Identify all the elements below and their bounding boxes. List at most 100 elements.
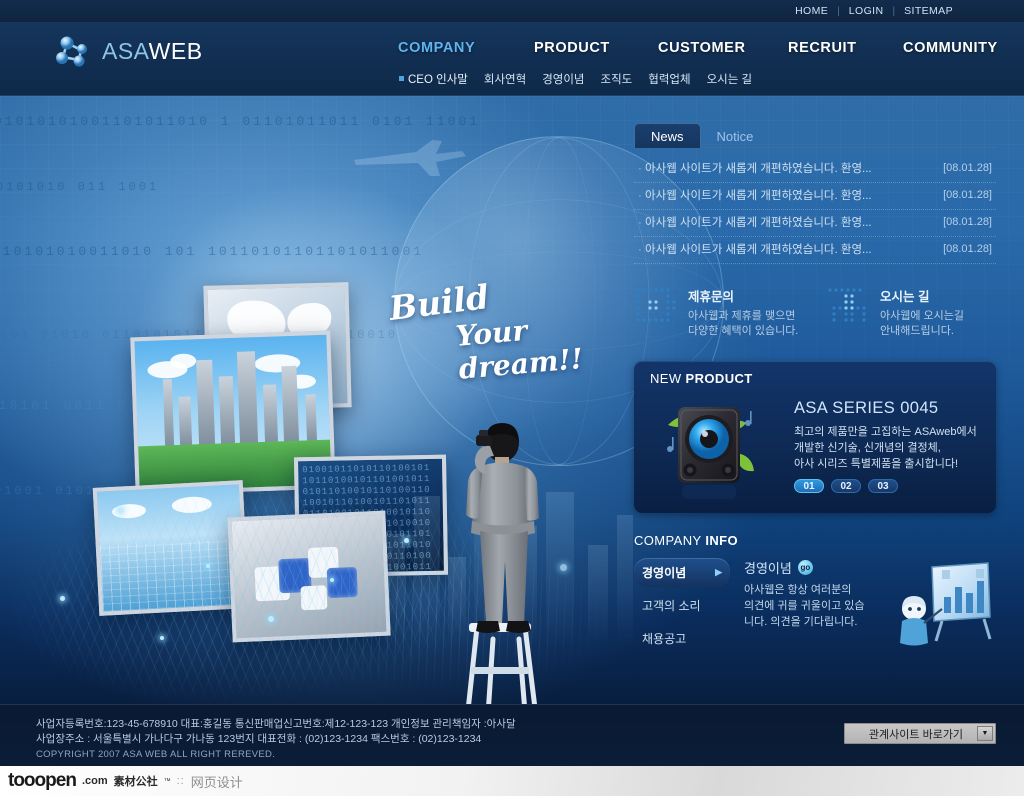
news-item-date: [08.01.28] — [943, 189, 992, 201]
tab-news[interactable]: News — [634, 123, 701, 148]
news-list: 아사웹 사이트가 새롭게 개편하였습니다. 환영... [08.01.28] 아… — [634, 156, 996, 264]
nav-item-recruit[interactable]: RECRUIT — [788, 40, 857, 56]
new-product-desc-line-3: 아사 시리즈 특별제품을 출시합니다! — [794, 458, 959, 470]
news-list-item[interactable]: 아사웹 사이트가 새롭게 개편하였습니다. 환영... [08.01.28] — [634, 183, 996, 210]
utility-bar: HOME | LOGIN | SITEMAP — [0, 0, 1024, 22]
menu-label: 경영이념 — [642, 566, 687, 580]
subnav-item-history[interactable]: 회사연혁 — [484, 71, 526, 87]
news-item-date: [08.01.28] — [943, 243, 992, 255]
product-pager-02[interactable]: 02 — [831, 479, 861, 493]
subnav-item-wrap-ceo[interactable]: CEO 인사말 — [399, 70, 468, 88]
promo-desc-line-1: 아사웹과 제휴를 맺으면 — [688, 310, 796, 322]
sparkle — [268, 616, 274, 622]
nav-item-company[interactable]: COMPANY — [398, 40, 475, 56]
watermark-dots: :: — [176, 775, 185, 787]
subnav-item-partners[interactable]: 협력업체 — [648, 71, 690, 87]
new-product-name: ASA SERIES 0045 — [794, 399, 939, 417]
sparkle — [206, 564, 210, 568]
sparkle — [60, 596, 65, 601]
news-item-date: [08.01.28] — [943, 216, 992, 228]
company-info-heading: COMPANY INFO — [634, 533, 996, 548]
promo-desc-line-2: 안내해드립니다. — [880, 325, 954, 337]
promo-partnership[interactable]: 제휴문의 아사웹과 제휴를 맺으면 다양한 혜택이 있습니다. — [634, 286, 804, 339]
new-product-desc-line-2: 개발한 신기술, 신개념의 결정체, — [794, 442, 941, 454]
tab-notice[interactable]: Notice — [701, 124, 770, 148]
new-product-desc-line-1: 최고의 제품만을 고집하는 ASAweb에서 — [794, 426, 977, 438]
sparkle — [160, 636, 164, 640]
chevron-down-icon[interactable]: ▼ — [977, 726, 993, 741]
promo-desc-line-2: 다양한 혜택이 있습니다. — [688, 325, 799, 337]
watermark-brand: tooopen — [8, 770, 77, 791]
page-root: HOME | LOGIN | SITEMAP ASAWEB COMPANY PR… — [0, 0, 1024, 796]
news-list-item[interactable]: 아사웹 사이트가 새롭게 개편하였습니다. 환영... [08.01.28] — [634, 156, 996, 183]
arrow-right-icon: ▶ — [715, 567, 722, 577]
promo-row: 제휴문의 아사웹과 제휴를 맺으면 다양한 혜택이 있습니다. 오시는 길 아사… — [634, 286, 996, 339]
news-item-title: 아사웹 사이트가 새롭게 개편하였습니다. 환영... — [638, 160, 872, 176]
product-pager-01[interactable]: 01 — [794, 479, 824, 493]
subnav-item-ceo-greeting[interactable]: CEO 인사말 — [408, 74, 468, 86]
nav-item-product[interactable]: PRODUCT — [534, 40, 610, 56]
sub-navigation: CEO 인사말 회사연혁 경영이념 조직도 협력업체 오시는 길 — [399, 70, 752, 88]
menu-label: 고객의 소리 — [642, 599, 701, 613]
directions-dot-icon — [826, 286, 870, 328]
news-item-date: [08.01.28] — [943, 162, 992, 174]
businessman-with-binoculars — [452, 421, 562, 661]
bullet-square-icon — [399, 76, 404, 81]
news-tabs: News Notice — [634, 120, 996, 148]
utility-link-home[interactable]: HOME — [786, 5, 837, 17]
company-info-menu-philosophy[interactable]: 경영이념 ▶ — [634, 558, 730, 587]
company-info-menu: 경영이념 ▶ 고객의 소리 채용공고 — [634, 558, 730, 657]
nav-item-community[interactable]: COMMUNITY — [903, 40, 998, 56]
site-footer: 사업자등록번호:123-45-678910 대표:홍길동 통신판매업신고번호:제… — [0, 704, 1024, 766]
go-badge-icon[interactable]: go — [797, 560, 813, 575]
promo-text: 오시는 길 아사웹에 오시는길 안내해드립니다. — [880, 286, 964, 339]
logo-word-asa: ASA — [102, 37, 149, 64]
speaker-product-image — [662, 397, 758, 501]
utility-link-sitemap[interactable]: SITEMAP — [895, 5, 962, 17]
watermark-tm: ™ — [163, 777, 171, 785]
footer-line-2: 사업장주소 : 서울특별시 가나다구 가나동 123번지 대표전화 : (02)… — [36, 733, 482, 745]
promo-desc-line-1: 아사웹에 오시는길 — [880, 310, 965, 322]
site-header: ASAWEB COMPANY PRODUCT CUSTOMER RECRUIT … — [0, 22, 1024, 96]
promo-title: 오시는 길 — [880, 290, 930, 304]
utility-link-login[interactable]: LOGIN — [840, 5, 893, 17]
sparkle — [330, 578, 334, 582]
footer-text: 사업자등록번호:123-45-678910 대표:홍길동 통신판매업신고번호:제… — [36, 717, 516, 760]
news-list-item[interactable]: 아사웹 사이트가 새롭게 개편하였습니다. 환영... [08.01.28] — [634, 237, 996, 264]
news-item-title: 아사웹 사이트가 새롭게 개편하였습니다. 환영... — [638, 214, 872, 230]
promo-title: 제휴문의 — [688, 290, 735, 304]
new-product-panel: NEW PRODUCT ASA SERIES 0045 최고의 제품만을 고집하… — [634, 361, 996, 513]
subnav-item-directions[interactable]: 오시는 길 — [707, 71, 753, 87]
company-info-heading-word-2: INFO — [705, 533, 738, 548]
promo-text: 제휴문의 아사웹과 제휴를 맺으면 다양한 혜택이 있습니다. — [688, 286, 798, 339]
molecule-logo-icon — [54, 34, 92, 68]
new-product-pager: 01 02 03 — [794, 479, 989, 493]
subnav-item-philosophy[interactable]: 경영이념 — [542, 71, 584, 87]
watermark-bar: tooopen .com 素材公社 ™ :: 网页设计 — [0, 766, 1024, 796]
company-info-heading-word-1: COMPANY — [634, 533, 706, 548]
watermark-domain: .com — [81, 775, 108, 787]
new-product-heading-word-1: NEW — [650, 371, 686, 386]
product-pager-03[interactable]: 03 — [868, 479, 898, 493]
footer-copyright: COPYRIGHT 2007 ASA WEB ALL RIGHT REREVED… — [36, 749, 276, 760]
news-list-item[interactable]: 아사웹 사이트가 새롭게 개편하였습니다. 환영... [08.01.28] — [634, 210, 996, 237]
right-sidebar: News Notice 아사웹 사이트가 새롭게 개편하였습니다. 환영... … — [634, 120, 996, 653]
new-product-heading: NEW PRODUCT — [650, 371, 753, 386]
nav-item-customer[interactable]: CUSTOMER — [658, 40, 746, 56]
company-info-panel: COMPANY INFO 경영이념 ▶ 고객의 소리 채용공고 경영이념 go … — [634, 533, 996, 653]
watermark-category: 网页设计 — [190, 774, 243, 790]
company-info-menu-recruit-notice[interactable]: 채용공고 — [634, 624, 730, 653]
related-sites-select[interactable]: 관계사이트 바로가기 ▼ — [844, 723, 996, 744]
promo-directions[interactable]: 오시는 길 아사웹에 오시는길 안내해드립니다. — [826, 286, 996, 339]
site-logo[interactable]: ASAWEB — [54, 34, 203, 68]
related-sites-select-value: 관계사이트 바로가기 — [868, 728, 964, 741]
company-info-menu-customer-voice[interactable]: 고객의 소리 — [634, 591, 730, 620]
watermark-cn-name: 素材公社 — [113, 776, 158, 788]
news-item-title: 아사웹 사이트가 새롭게 개편하였습니다. 환영... — [638, 241, 872, 257]
partnership-dot-icon — [634, 286, 678, 328]
company-info-panel-title: 경영이념 — [744, 561, 792, 576]
menu-label: 채용공고 — [642, 632, 687, 646]
subnav-item-org-chart[interactable]: 조직도 — [601, 71, 633, 87]
new-product-heading-word-2: PRODUCT — [685, 371, 753, 386]
related-sites-select-wrap: 관계사이트 바로가기 ▼ — [844, 723, 996, 744]
